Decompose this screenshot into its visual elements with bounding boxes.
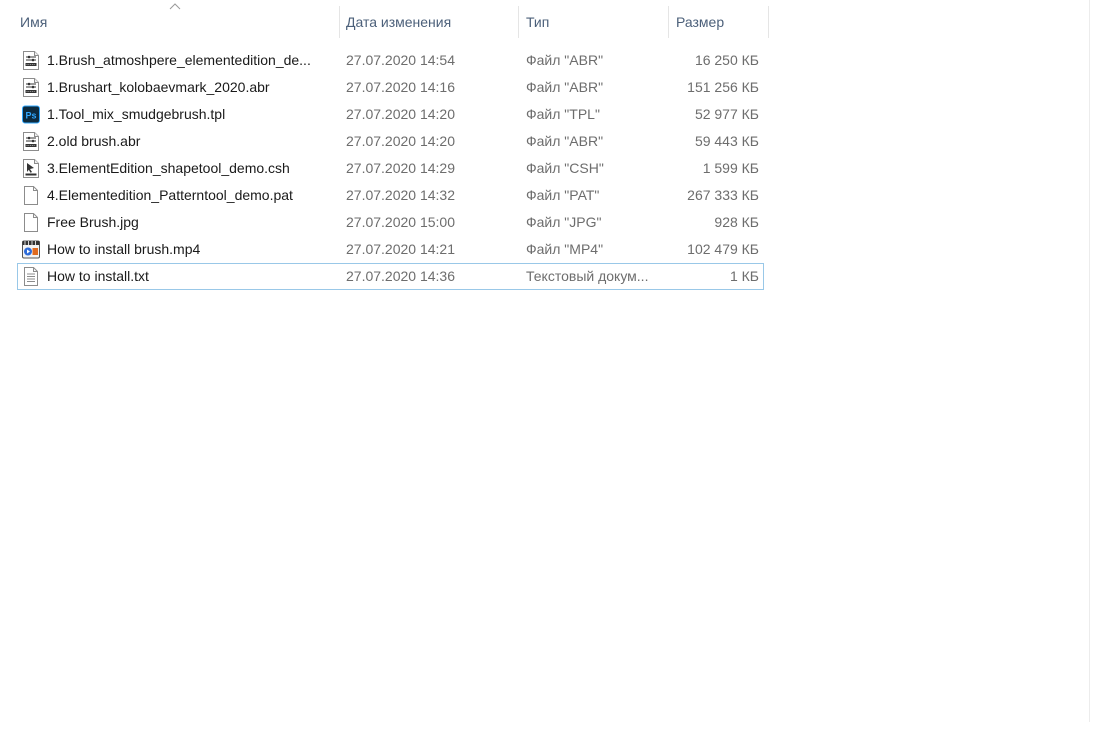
column-header-name[interactable]: Имя: [12, 6, 340, 38]
column-header-type[interactable]: Тип: [518, 6, 669, 38]
column-header-size-label: Размер: [676, 14, 725, 30]
brush-preset-icon: [22, 132, 40, 151]
file-modified-date: 27.07.2020 14:20: [346, 106, 455, 122]
file-size: 52 977 КБ: [694, 106, 759, 122]
file-modified-date: 27.07.2020 14:29: [346, 160, 455, 176]
file-row[interactable]: 4.Elementedition_Patterntool_demo.pat 27.…: [17, 182, 764, 209]
column-header-bar: Имя Дата изменения Тип Размер: [0, 0, 770, 44]
file-type: Файл "PAT": [526, 187, 600, 203]
file-row[interactable]: 1.Brushart_kolobaevmark_2020.abr 27.07.20…: [17, 74, 764, 101]
file-modified-date: 27.07.2020 14:32: [346, 187, 455, 203]
file-modified-date: 27.07.2020 14:54: [346, 52, 455, 68]
file-type: Файл "CSH": [526, 160, 604, 176]
brush-preset-icon: [22, 78, 40, 97]
file-size: 102 479 КБ: [687, 241, 759, 257]
file-row[interactable]: 3.ElementEdition_shapetool_demo.csh 27.07…: [17, 155, 764, 182]
pane-edge: [1089, 0, 1090, 722]
file-type: Файл "JPG": [526, 214, 602, 230]
file-size: 16 250 КБ: [694, 52, 759, 68]
file-type: Файл "ABR": [526, 79, 604, 95]
file-type: Файл "ABR": [526, 133, 604, 149]
file-row[interactable]: How to install brush.mp4 27.07.2020 14:21…: [17, 236, 764, 263]
column-header-date-label: Дата изменения: [346, 14, 452, 30]
file-list: 1.Brush_atmoshpere_elementedition_de... 2…: [17, 47, 764, 290]
file-name: 4.Elementedition_Patterntool_demo.pat: [47, 187, 293, 203]
column-header-date[interactable]: Дата изменения: [338, 6, 519, 38]
file-size: 1 599 КБ: [702, 160, 759, 176]
file-size: 59 443 КБ: [694, 133, 759, 149]
svg-text:Ps: Ps: [25, 111, 36, 121]
file-modified-date: 27.07.2020 14:36: [346, 268, 455, 284]
file-type: Текстовый докум...: [526, 268, 649, 284]
file-explorer-list-view: Имя Дата изменения Тип Размер 1.Brush_at…: [0, 0, 1093, 735]
file-modified-date: 27.07.2020 14:21: [346, 241, 455, 257]
photoshop-icon: Ps: [22, 105, 40, 124]
column-divider[interactable]: [768, 6, 769, 38]
blank-file-icon: [22, 213, 40, 232]
file-row[interactable]: 1.Brush_atmoshpere_elementedition_de... 2…: [17, 47, 764, 74]
file-row[interactable]: Free Brush.jpg 27.07.2020 15:00 Файл "JPG"…: [17, 209, 764, 236]
file-size: 928 КБ: [714, 214, 759, 230]
file-row[interactable]: 2.old brush.abr 27.07.2020 14:20 Файл "ABR…: [17, 128, 764, 155]
file-name: 2.old brush.abr: [47, 133, 141, 149]
file-name: 1.Brush_atmoshpere_elementedition_de...: [47, 52, 311, 68]
column-header-name-label: Имя: [20, 14, 48, 30]
file-row[interactable]: Ps 1.Tool_mix_smudgebrush.tpl 27.07.2020 …: [17, 101, 764, 128]
file-row[interactable]: How to install.txt 27.07.2020 14:36 Тексто…: [17, 263, 764, 290]
file-modified-date: 27.07.2020 15:00: [346, 214, 455, 230]
file-name: 3.ElementEdition_shapetool_demo.csh: [47, 160, 290, 176]
file-name: 1.Tool_mix_smudgebrush.tpl: [47, 106, 226, 122]
text-file-icon: [22, 267, 40, 286]
shape-preset-icon: [22, 159, 40, 178]
file-name: How to install brush.mp4: [47, 241, 201, 257]
column-header-size[interactable]: Размер: [668, 6, 769, 38]
file-type: Файл "TPL": [526, 106, 600, 122]
file-size: 151 256 КБ: [687, 79, 759, 95]
file-size: 267 333 КБ: [687, 187, 759, 203]
file-name: Free Brush.jpg: [47, 214, 139, 230]
file-name: How to install.txt: [47, 268, 149, 284]
file-modified-date: 27.07.2020 14:20: [346, 133, 455, 149]
file-name: 1.Brushart_kolobaevmark_2020.abr: [47, 79, 270, 95]
file-type: Файл "MP4": [526, 241, 604, 257]
blank-file-icon: [22, 186, 40, 205]
brush-preset-icon: [22, 51, 40, 70]
file-size: 1 КБ: [729, 268, 759, 284]
video-player-icon: [22, 240, 40, 259]
column-header-type-label: Тип: [526, 14, 550, 30]
file-modified-date: 27.07.2020 14:16: [346, 79, 455, 95]
file-type: Файл "ABR": [526, 52, 604, 68]
